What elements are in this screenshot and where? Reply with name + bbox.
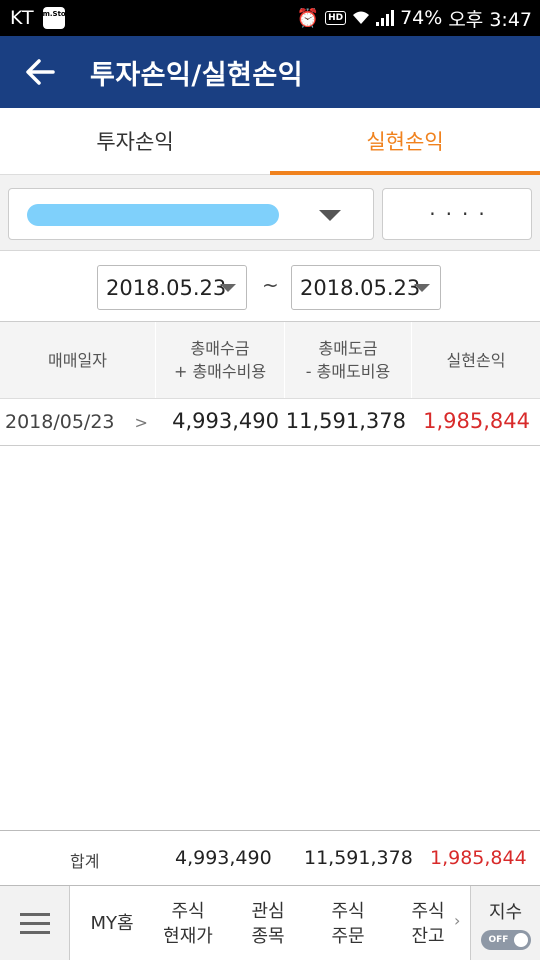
back-arrow-icon <box>26 59 55 85</box>
back-button[interactable] <box>0 36 80 108</box>
tab-bar: 투자손익 실현손익 <box>0 108 540 175</box>
signal-icon <box>376 10 395 26</box>
password-field[interactable]: ···· <box>382 188 532 240</box>
caret-down-icon <box>220 284 236 292</box>
index-label: 지수 <box>488 901 523 923</box>
row-date-cell: 2018/05/23 > <box>0 411 156 433</box>
total-label: 합계 <box>70 852 100 871</box>
bottom-nav: MY홈 주식 현재가 관심 종목 주식 주문 주식 잔고 › 지수 OFF <box>0 885 540 960</box>
row-date: 2018/05/23 <box>5 411 115 433</box>
tab-realized-profit[interactable]: 실현손익 <box>270 108 540 175</box>
hamburger-menu-button[interactable] <box>0 886 70 960</box>
dropdown-arrow-icon <box>319 210 341 221</box>
start-date-select[interactable]: 2018.05.23 <box>97 265 247 310</box>
toggle-knob <box>513 932 528 947</box>
nav-stock-order[interactable]: 주식 주문 <box>318 886 378 960</box>
caret-down-icon <box>414 284 430 292</box>
table-row[interactable]: 2018/05/23 > 4,993,490 11,591,378 1,985,… <box>0 399 540 446</box>
column-header-trade-date: 매매일자 <box>0 322 156 398</box>
table-header: 매매일자 총매수금 + 총매수비용 총매도금 - 총매도비용 실현손익 <box>0 322 540 399</box>
alarm-icon: ⏰ <box>296 7 320 29</box>
toggle-state-text: OFF <box>488 934 509 945</box>
status-bar: KT m.Stock ⏰ HD 74% 오후 3:47 <box>0 0 540 36</box>
chevron-right-icon[interactable]: › <box>454 911 460 930</box>
row-realized-profit: 1,985,844 <box>423 409 530 433</box>
chevron-right-icon: > <box>134 412 148 432</box>
app-header: 투자손익/실현손익 <box>0 36 540 108</box>
battery-level: 74% <box>400 7 443 29</box>
mstock-app-icon: m.Stock <box>42 7 75 29</box>
nav-watchlist[interactable]: 관심 종목 <box>238 886 298 960</box>
column-header-total-sell: 총매도금 - 총매도비용 <box>285 322 412 398</box>
row-total-buy: 4,993,490 <box>172 409 279 433</box>
account-number-mask <box>27 204 279 226</box>
status-icons: ⏰ HD 74% 오후 3:47 <box>297 5 532 32</box>
wifi-icon <box>353 11 370 24</box>
index-toggle-switch[interactable]: OFF <box>480 929 531 950</box>
account-filter-row: ···· <box>0 175 540 251</box>
end-date-select[interactable]: 2018.05.23 <box>291 265 441 310</box>
nav-my-home[interactable]: MY홈 <box>82 886 142 960</box>
nav-items: MY홈 주식 현재가 관심 종목 주식 주문 주식 잔고 › <box>70 886 470 960</box>
start-date-value: 2018.05.23 <box>106 275 227 300</box>
tab-investment-profit[interactable]: 투자손익 <box>0 108 270 174</box>
account-select[interactable] <box>8 188 374 240</box>
row-total-sell: 11,591,378 <box>285 409 406 433</box>
column-header-total-buy: 총매수금 + 총매수비용 <box>156 322 285 398</box>
total-sell: 11,591,378 <box>304 847 413 869</box>
date-range-row: 2018.05.23 ~ 2018.05.23 <box>0 251 540 322</box>
column-header-realized-profit: 실현손익 <box>446 350 506 370</box>
hd-voice-icon: HD <box>325 11 347 25</box>
total-buy: 4,993,490 <box>175 847 272 869</box>
hamburger-icon <box>19 913 50 916</box>
end-date-value: 2018.05.23 <box>300 275 421 300</box>
date-separator: ~ <box>262 273 279 297</box>
nav-stock-price[interactable]: 주식 현재가 <box>158 886 218 960</box>
total-row: 합계 4,993,490 11,591,378 1,985,844 <box>0 830 540 885</box>
clock: 오후 3:47 <box>448 8 532 31</box>
index-toggle[interactable]: 지수 OFF <box>470 886 540 960</box>
total-realized-profit: 1,985,844 <box>430 847 527 869</box>
carrier-name: KT <box>10 7 35 29</box>
page-title: 투자손익/실현손익 <box>90 59 304 91</box>
nav-stock-balance[interactable]: 주식 잔고 <box>398 886 458 960</box>
